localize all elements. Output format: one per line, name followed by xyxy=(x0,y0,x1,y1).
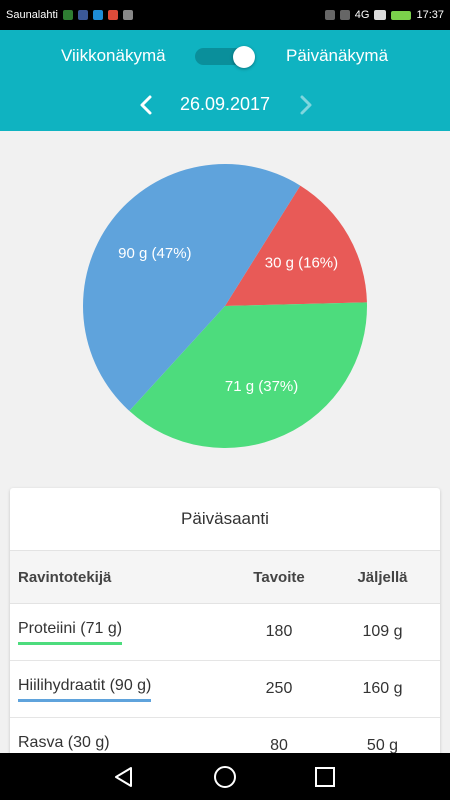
table-row-carbohydrates: Hiilihydraatit (90 g) 250 160 g xyxy=(10,661,440,718)
alarm-icon xyxy=(339,10,350,20)
nutrient-name: Hiilihydraatit (90 g) xyxy=(18,677,152,702)
chevron-right-icon[interactable] xyxy=(296,94,316,116)
chrome-notification-icon xyxy=(108,10,118,20)
pie-label-proteiini: 71 g (37%) xyxy=(225,378,298,395)
battery-icon xyxy=(391,10,412,20)
clock: 17:37 xyxy=(416,9,444,21)
remaining-value: 160 g xyxy=(362,680,403,697)
card-title: Päiväsaanti xyxy=(181,509,269,528)
misc-notification-icon xyxy=(123,10,133,20)
nutrient-name: Proteiini (71 g) xyxy=(18,620,123,645)
recents-square-icon[interactable] xyxy=(313,765,337,789)
daily-intake-card: Päiväsaanti Ravintotekijä Tavoite Jäljel… xyxy=(10,488,440,768)
app-notification-icon xyxy=(63,10,73,20)
messenger-notification-icon xyxy=(93,10,103,20)
macro-pie-chart-area: 30 g (16%) 71 g (37%) 90 g (47%) xyxy=(0,131,450,481)
pie-label-hiilihydraatit: 90 g (47%) xyxy=(118,245,191,262)
home-circle-icon[interactable] xyxy=(213,765,237,789)
back-triangle-icon[interactable] xyxy=(112,765,136,789)
network-type: 4G xyxy=(354,9,370,21)
status-bar: Saunalahti 4G 17:37 xyxy=(0,0,450,30)
table-row-protein: Proteiini (71 g) 180 109 g xyxy=(10,604,440,661)
facebook-notification-icon xyxy=(78,10,88,20)
app-header: Viikkonäkymä Päivänäkymä 26.09.2017 xyxy=(0,30,450,131)
macro-pie-chart: 30 g (16%) 71 g (37%) 90 g (47%) xyxy=(82,163,367,448)
goal-value: 180 xyxy=(265,623,293,640)
chevron-left-icon[interactable] xyxy=(136,94,156,116)
date-navigator: 26.09.2017 xyxy=(0,88,450,122)
pie-label-rasva: 30 g (16%) xyxy=(265,254,338,271)
vibrate-icon xyxy=(324,10,335,20)
table-header: Ravintotekijä Tavoite Jäljellä xyxy=(10,550,440,604)
goal-value: 250 xyxy=(265,680,293,697)
carrier-name: Saunalahti xyxy=(6,9,58,21)
header-goal: Tavoite xyxy=(253,568,305,586)
remaining-value: 109 g xyxy=(362,623,403,640)
header-remaining: Jäljellä xyxy=(357,568,408,586)
view-toggle-row: Viikkonäkymä Päivänäkymä xyxy=(0,42,450,72)
week-view-label[interactable]: Viikkonäkymä xyxy=(61,46,166,66)
header-nutrient: Ravintotekijä xyxy=(18,568,112,586)
day-view-label[interactable]: Päivänäkymä xyxy=(286,46,388,66)
switch-knob[interactable] xyxy=(233,46,255,68)
current-date: 26.09.2017 xyxy=(179,94,271,114)
view-toggle-switch[interactable] xyxy=(195,46,259,68)
signal-icon xyxy=(374,10,387,20)
system-nav-bar xyxy=(0,753,450,800)
